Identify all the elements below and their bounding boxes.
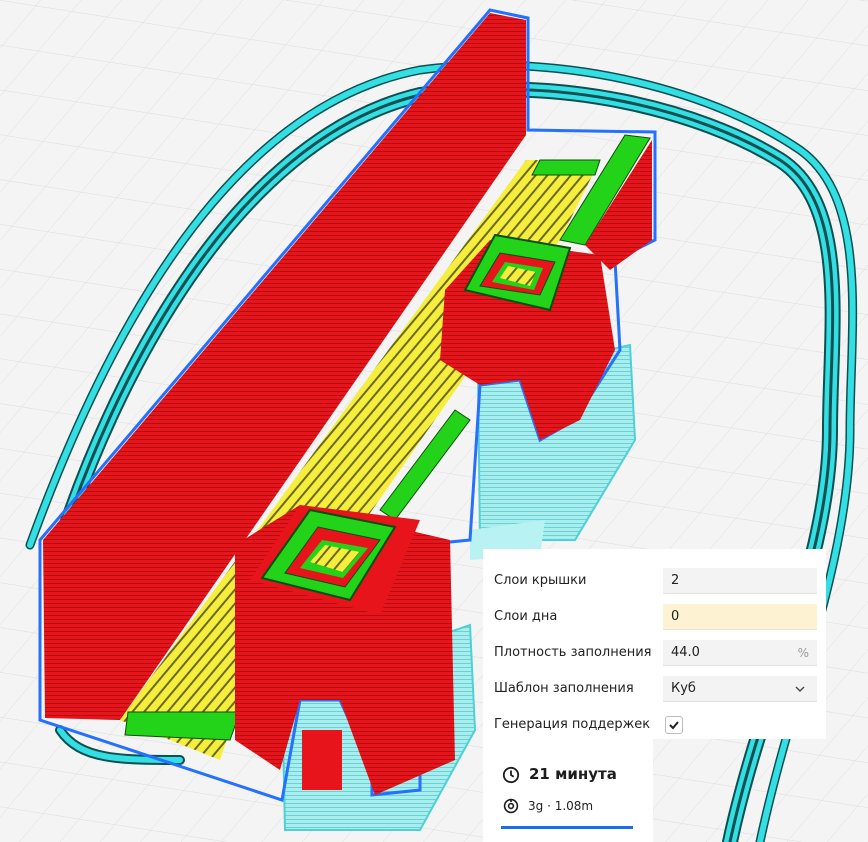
bottom-layers-input[interactable]: 0: [663, 604, 817, 630]
material-usage: 3g · 1.08m: [528, 799, 594, 813]
top-layers-row: Слои крышки 2: [483, 565, 826, 595]
chevron-down-icon: [795, 686, 805, 692]
clock-icon: [502, 766, 520, 784]
infill-pattern-label: Шаблон заполнения: [494, 681, 634, 696]
support-label: Генерация поддержек: [494, 717, 651, 732]
infill-pattern-value: Куб: [671, 681, 696, 696]
top-layers-value: 2: [671, 573, 680, 588]
print-estimate-panel[interactable]: 21 минута 3g · 1.08m: [483, 739, 653, 842]
infill-pattern-select[interactable]: Куб: [663, 676, 817, 702]
infill-density-input[interactable]: 44.0 %: [663, 640, 817, 666]
infill-density-unit: %: [797, 646, 809, 660]
infill-density-label: Плотность заполнения: [494, 645, 652, 660]
print-settings-panel: Слои крышки 2 Слои дна 0 Плотность запол…: [483, 549, 826, 739]
checkmark-icon: [669, 721, 679, 730]
infill-pattern-row: Шаблон заполнения Куб: [483, 673, 826, 703]
infill-density-row: Плотность заполнения 44.0 %: [483, 637, 826, 667]
support-checkbox[interactable]: [665, 716, 683, 734]
support-row: Генерация поддержек: [483, 709, 826, 739]
estimate-underline: [501, 826, 633, 829]
bottom-layers-label: Слои дна: [494, 609, 558, 624]
bottom-layers-value: 0: [671, 609, 680, 624]
spool-icon: [503, 798, 519, 814]
bottom-layers-row: Слои дна 0: [483, 601, 826, 631]
top-layers-input[interactable]: 2: [663, 568, 817, 594]
infill-density-value: 44.0: [671, 645, 700, 660]
top-layers-label: Слои крышки: [494, 573, 587, 588]
print-time: 21 минута: [529, 765, 617, 783]
